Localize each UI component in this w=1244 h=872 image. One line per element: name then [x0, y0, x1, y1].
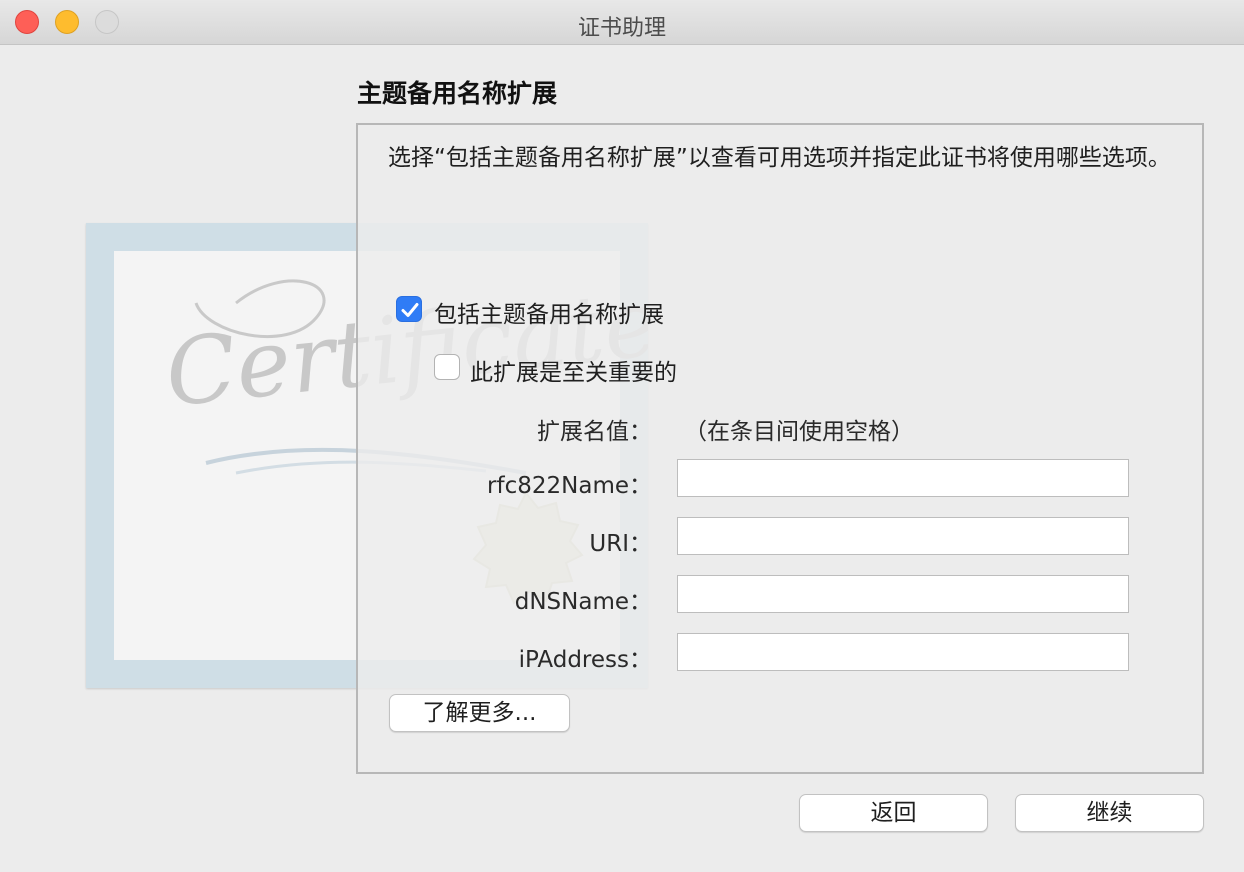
uri-input[interactable] [677, 517, 1129, 555]
continue-button[interactable]: 继续 [1015, 794, 1204, 832]
rfc822name-label: rfc822Name： [487, 473, 652, 499]
critical-extension-checkbox[interactable] [434, 354, 460, 380]
extension-name-value-label: 扩展名值： [537, 419, 652, 445]
include-san-label[interactable]: 包括主题备用名称扩展 [434, 295, 664, 329]
separator-hint: （在条目间使用空格） [684, 419, 914, 445]
rfc822name-input[interactable] [677, 459, 1129, 497]
description-text: 选择“包括主题备用名称扩展”以查看可用选项并指定此证书将使用哪些选项。 [388, 145, 1171, 171]
window-title: 证书助理 [577, 16, 666, 41]
include-san-checkbox[interactable] [396, 296, 422, 322]
ipaddress-input[interactable] [677, 633, 1129, 671]
learn-more-button[interactable]: 了解更多... [389, 694, 570, 732]
critical-extension-label[interactable]: 此扩展是至关重要的 [470, 353, 677, 387]
dnsname-input[interactable] [677, 575, 1129, 613]
dnsname-label: dNSName： [514, 589, 652, 615]
title-bar: 证书助理 [0, 0, 1244, 45]
options-panel [356, 123, 1204, 774]
uri-label: URI： [589, 531, 652, 557]
page-heading: 主题备用名称扩展 [357, 79, 558, 108]
checkmark-icon [401, 303, 419, 317]
ipaddress-label: iPAddress： [518, 647, 652, 673]
certificate-assistant-window: 证书助理 Certificate 主题备用名称扩展 选择“包括主题备用名称扩展”… [0, 0, 1244, 872]
back-button[interactable]: 返回 [799, 794, 988, 832]
